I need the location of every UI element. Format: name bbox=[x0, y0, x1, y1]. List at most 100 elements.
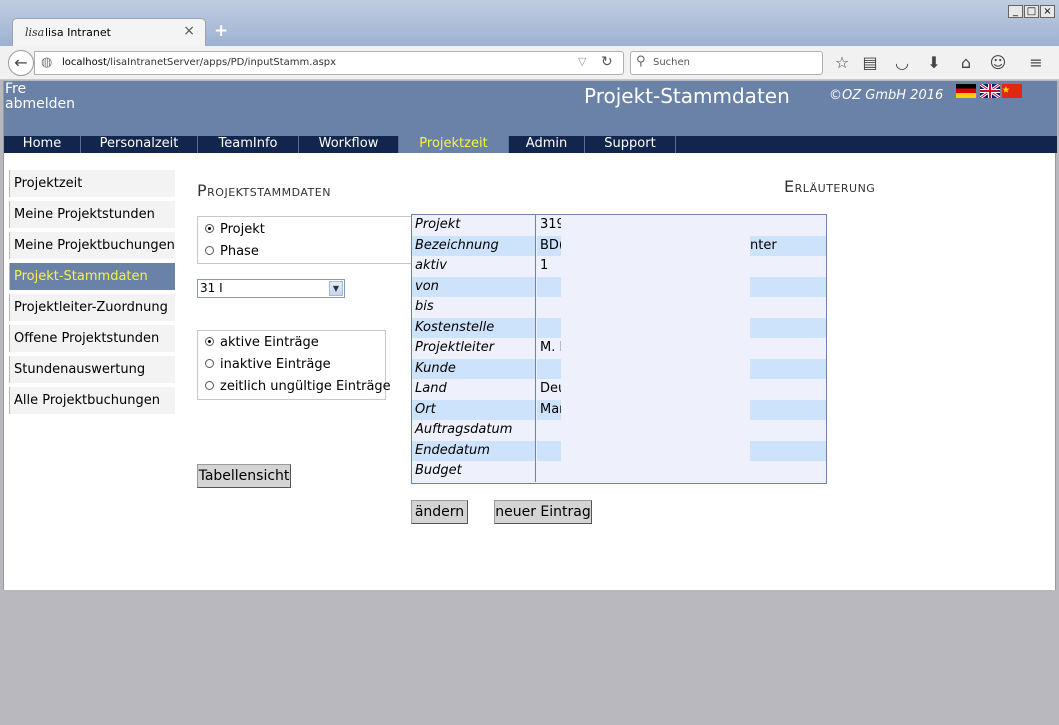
page-header: Fre abmelden Projekt-Stammdaten ©OZ GmbH… bbox=[4, 81, 1057, 136]
radio-active-entries[interactable]: aktive Einträge bbox=[205, 335, 319, 350]
project-select-value: 31 I bbox=[200, 281, 223, 295]
reading-list-icon[interactable]: ▤ bbox=[860, 53, 880, 72]
sidebar-item-projektleiter-zuordnung[interactable]: Projektleiter-Zuordnung bbox=[9, 294, 175, 321]
search-placeholder: Suchen bbox=[653, 57, 691, 68]
row-value-tail bbox=[750, 256, 826, 277]
row-value bbox=[537, 440, 561, 461]
explanation-title: Erläuterung bbox=[784, 177, 876, 196]
project-select[interactable]: 31 I ▼ bbox=[197, 279, 345, 298]
table-row: Projekt 319 bbox=[412, 215, 826, 236]
nav-home[interactable]: Home bbox=[4, 136, 81, 153]
row-label: Land bbox=[412, 379, 536, 400]
home-icon[interactable]: ⌂ bbox=[956, 53, 976, 72]
radio-button[interactable] bbox=[205, 246, 214, 255]
row-value-tail bbox=[750, 461, 826, 482]
row-label: Bezeichnung bbox=[412, 235, 536, 256]
menu-icon[interactable]: ≡ bbox=[1026, 53, 1046, 72]
sidebar-item-meine-projektbuchungen[interactable]: Meine Projektbuchungen bbox=[9, 232, 175, 259]
uk-flag-icon[interactable] bbox=[980, 84, 1000, 98]
bookmark-star-icon[interactable]: ☆ bbox=[832, 53, 852, 72]
row-value bbox=[537, 276, 561, 297]
row-value: M. I bbox=[537, 338, 561, 359]
nav-personalzeit[interactable]: Personalzeit bbox=[81, 136, 198, 153]
chevron-down-icon[interactable]: ▼ bbox=[329, 281, 343, 296]
sidebar-item-projekt-stammdaten[interactable]: Projekt-Stammdaten bbox=[9, 263, 175, 290]
sidebar-item-meine-projektstunden[interactable]: Meine Projektstunden bbox=[9, 201, 175, 228]
table-row: Projektleiter NameM. I bbox=[412, 338, 826, 375]
table-row: von bbox=[412, 276, 826, 297]
user-area: Fre abmelden bbox=[5, 82, 75, 112]
sidebar-item-offene-projektstunden[interactable]: Offene Projektstunden bbox=[9, 325, 175, 352]
row-label: Ort bbox=[412, 399, 536, 420]
row-value bbox=[537, 461, 561, 482]
main-navigation: Home Personalzeit TeamInfo Workflow Proj… bbox=[4, 136, 1057, 153]
back-button[interactable]: ← bbox=[8, 50, 34, 76]
redacted-area bbox=[561, 235, 750, 256]
nav-support[interactable]: Support bbox=[585, 136, 676, 153]
edit-button[interactable]: ändern bbox=[411, 500, 468, 524]
redacted-area bbox=[561, 379, 750, 400]
row-label: bis bbox=[412, 297, 536, 318]
maximize-window-icon[interactable]: □ bbox=[1024, 5, 1039, 18]
new-entry-button[interactable]: neuer Eintrag bbox=[494, 500, 592, 524]
redacted-area bbox=[561, 420, 750, 441]
radio-inactive-entries[interactable]: inaktive Einträge bbox=[205, 357, 331, 372]
redacted-area bbox=[561, 461, 750, 482]
browser-tab[interactable]: lisa lisa Intranet × bbox=[12, 18, 206, 46]
new-tab-icon[interactable]: + bbox=[214, 21, 228, 41]
redacted-area bbox=[561, 215, 750, 236]
radio-phase[interactable]: Phase bbox=[205, 244, 259, 259]
row-value bbox=[537, 358, 561, 379]
address-bar[interactable]: ◍ localhost/lisaIntranetServer/apps/PD/i… bbox=[34, 51, 624, 75]
row-label: Budget bbox=[412, 461, 536, 482]
radio-button[interactable] bbox=[205, 224, 214, 233]
table-row: OrtMar bbox=[412, 399, 826, 420]
radio-projekt[interactable]: Projekt bbox=[205, 222, 265, 237]
redacted-area bbox=[561, 256, 750, 277]
row-value-tail bbox=[750, 317, 826, 338]
row-value-tail bbox=[750, 338, 826, 359]
chat-icon[interactable]: ☺ bbox=[988, 53, 1008, 72]
history-dropdown-icon[interactable]: ▽ bbox=[578, 55, 586, 68]
row-value-tail: nter bbox=[750, 235, 826, 256]
row-label: Auftragsdatum bbox=[412, 420, 536, 441]
nav-teaminfo[interactable]: TeamInfo bbox=[198, 136, 299, 153]
reload-icon[interactable]: ↻ bbox=[601, 54, 613, 70]
row-label: von bbox=[412, 276, 536, 297]
nav-workflow[interactable]: Workflow bbox=[299, 136, 399, 153]
row-value-tail bbox=[750, 215, 826, 236]
table-row: aktiv 1 bbox=[412, 256, 826, 277]
nav-admin[interactable]: Admin bbox=[509, 136, 585, 153]
sidebar-item-alle-projektbuchungen[interactable]: Alle Projektbuchungen bbox=[9, 387, 175, 414]
tab-title: lisa Intranet bbox=[45, 26, 111, 39]
table-view-button[interactable]: Tabellensicht bbox=[197, 464, 291, 488]
row-value: 319 bbox=[537, 215, 561, 236]
radio-button[interactable] bbox=[205, 359, 214, 368]
redacted-area bbox=[561, 440, 750, 461]
search-input[interactable]: ⚲ Suchen bbox=[630, 51, 823, 75]
row-value-tail bbox=[750, 420, 826, 441]
radio-invalid-entries[interactable]: zeitlich ungültige Einträge bbox=[205, 379, 391, 394]
tab-close-icon[interactable]: × bbox=[183, 23, 195, 39]
download-icon[interactable]: ⬇ bbox=[924, 53, 944, 72]
sidebar-item-projektzeit[interactable]: Projektzeit bbox=[9, 170, 175, 197]
redacted-area bbox=[561, 276, 750, 297]
logout-link[interactable]: abmelden bbox=[5, 97, 75, 112]
lisa-favicon-icon: lisa bbox=[25, 26, 45, 39]
table-row: BezeichnungBD(nter bbox=[412, 235, 826, 256]
type-radio-group: Projekt Phase bbox=[197, 216, 412, 264]
sidebar-item-stundenauswertung[interactable]: Stundenauswertung bbox=[9, 356, 175, 383]
nav-projektzeit[interactable]: Projektzeit bbox=[399, 136, 509, 153]
row-value-tail bbox=[750, 358, 826, 379]
close-window-icon[interactable]: × bbox=[1040, 5, 1055, 18]
globe-icon: ◍ bbox=[41, 55, 53, 70]
radio-button[interactable] bbox=[205, 381, 214, 390]
german-flag-icon[interactable] bbox=[956, 84, 976, 98]
pocket-icon[interactable]: ◡ bbox=[892, 53, 912, 72]
china-flag-icon[interactable] bbox=[1002, 84, 1022, 98]
browser-toolbar: ◍ localhost/lisaIntranetServer/apps/PD/i… bbox=[0, 46, 1059, 80]
row-value-tail bbox=[750, 276, 826, 297]
radio-button[interactable] bbox=[205, 337, 214, 346]
minimize-window-icon[interactable]: _ bbox=[1008, 5, 1023, 18]
table-row: LandDeu bbox=[412, 379, 826, 400]
